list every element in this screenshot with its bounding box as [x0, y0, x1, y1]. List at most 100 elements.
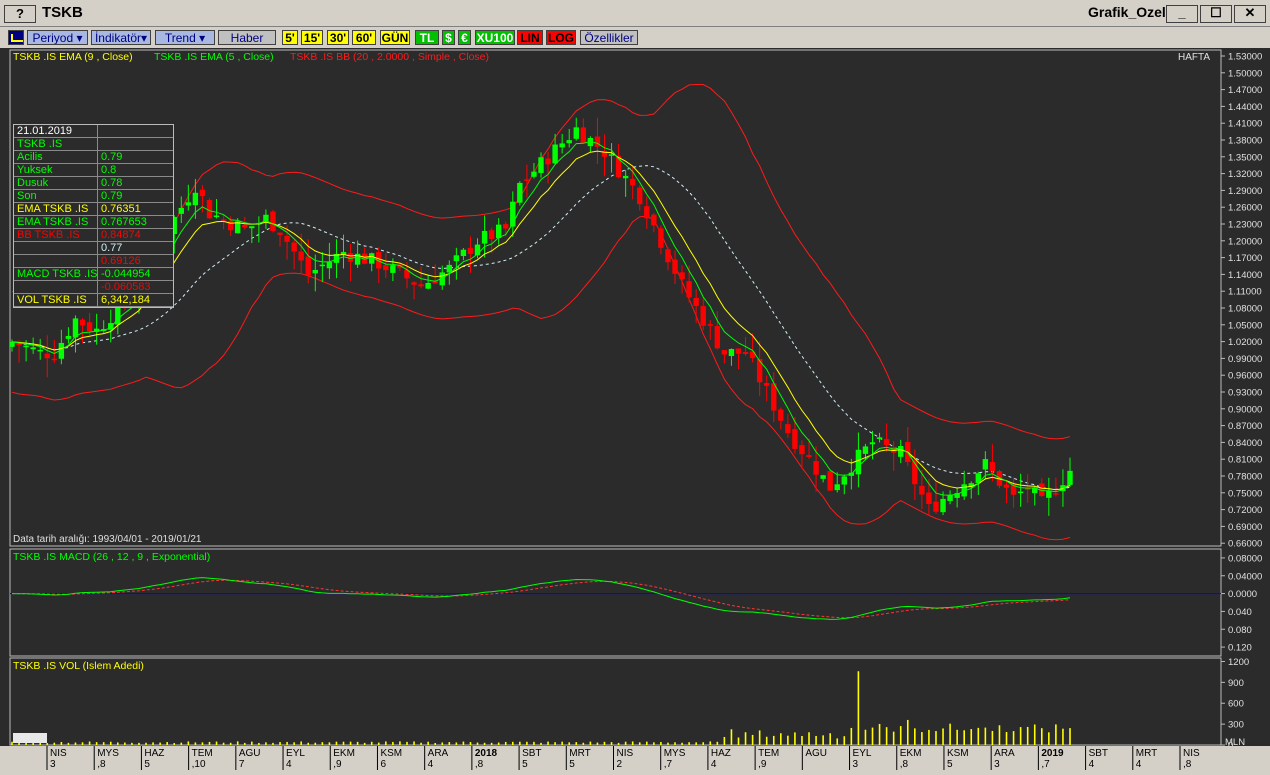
candle-body — [79, 319, 86, 326]
candle-body — [827, 471, 833, 491]
candle-body — [658, 228, 664, 248]
candle-body — [580, 127, 587, 143]
volume-bar — [751, 734, 754, 745]
candle-body — [270, 211, 276, 232]
minimize-button[interactable]: _ — [1166, 5, 1198, 23]
candle-body — [869, 442, 876, 445]
candle-body — [629, 178, 636, 186]
toolbar-button-12[interactable]: XU100 — [475, 30, 515, 45]
toolbar-button-2[interactable]: Trend ▾ — [155, 30, 215, 45]
info-label: Son — [14, 190, 98, 202]
candle-body — [524, 179, 530, 181]
toolbar-button-10[interactable]: $ — [442, 30, 455, 45]
toolbar-button-6[interactable]: 30' — [327, 30, 349, 45]
volume-bar — [81, 742, 84, 745]
chart-icon[interactable] — [8, 30, 24, 45]
info-box: 21.01.2019 TSKB .IS Acilis 0.79 Yuksek 0.8 … — [13, 124, 174, 308]
macd-tick-label: 0.04000 — [1228, 571, 1262, 582]
candle-body — [792, 429, 798, 449]
candle-body — [312, 269, 318, 274]
volume-bar — [448, 742, 451, 745]
info-label: BB TSKB .IS — [14, 229, 98, 241]
volume-bar — [1055, 724, 1057, 745]
candle-body — [566, 140, 572, 144]
macd-tick-label: 0.080 — [1228, 625, 1252, 636]
maximize-button[interactable]: ☐ — [1200, 5, 1232, 23]
x-axis-sublabel: 5 — [947, 759, 953, 770]
info-value: 6,342,184 — [101, 294, 150, 306]
volume-bar — [300, 741, 302, 745]
candle-body — [305, 256, 311, 276]
x-axis-label: AGU — [239, 748, 261, 759]
candle-body — [531, 171, 537, 177]
toolbar-button-11[interactable]: € — [458, 30, 471, 45]
candle-body — [213, 215, 220, 218]
toolbar-button-13[interactable]: LIN — [517, 30, 543, 45]
candle-body — [72, 318, 79, 338]
close-button[interactable]: ✕ — [1234, 5, 1266, 23]
candle-body — [453, 255, 460, 262]
toolbar-button-8[interactable]: GÜN — [380, 30, 410, 45]
candle-body — [326, 261, 333, 269]
volume-bar — [166, 742, 168, 745]
candle-body — [411, 282, 417, 285]
chart-area[interactable]: 1.53000 1.50000 1.47000 1.44000 1.41000 1.380… — [0, 48, 1270, 770]
volume-bar — [674, 742, 676, 745]
volume-bar — [124, 742, 126, 745]
info-label: Acilis — [14, 151, 98, 163]
volume-bar — [1005, 732, 1008, 745]
volume-bar — [194, 742, 197, 745]
price-tick-label: 1.08000 — [1228, 304, 1262, 315]
x-axis-sublabel: 3 — [994, 759, 1000, 770]
volume-bar — [808, 732, 810, 745]
candle-body — [834, 484, 840, 491]
volume-bar — [780, 733, 782, 745]
volume-bar — [187, 741, 190, 745]
toolbar-button-0[interactable]: Periyod ▾ — [27, 30, 88, 45]
volume-bar — [272, 742, 274, 745]
info-value: 0.79 — [101, 190, 123, 202]
volume-bar — [1026, 726, 1029, 745]
volume-bar — [949, 723, 951, 745]
candle-body — [446, 264, 453, 273]
volume-bar — [490, 742, 493, 745]
price-tick-label: 1.32000 — [1228, 169, 1262, 180]
info-row: 0.69126 — [14, 255, 173, 268]
candle-body — [982, 459, 989, 470]
toolbar-button-14[interactable]: LOG — [546, 30, 576, 45]
help-button[interactable]: ? — [4, 5, 36, 23]
x-axis-label: ARA — [428, 748, 449, 759]
chart-svg[interactable]: 1.53000 1.50000 1.47000 1.44000 1.41000 1.380… — [0, 48, 1270, 770]
volume-bar — [589, 741, 592, 745]
volume-bar — [504, 741, 507, 745]
price-tick-label: 1.29000 — [1228, 186, 1262, 197]
price-tick-label: 1.14000 — [1228, 270, 1262, 281]
volume-bar — [1062, 728, 1064, 745]
candle-body — [1053, 493, 1059, 495]
toolbar-button-5[interactable]: 15' — [301, 30, 323, 45]
volume-bar — [871, 727, 874, 745]
toolbar-button-15[interactable]: Özellikler — [580, 30, 638, 45]
candle-body — [559, 143, 565, 148]
candle-body — [23, 345, 29, 348]
info-row: 0.77 — [14, 242, 173, 255]
toolbar-button-7[interactable]: 60' — [352, 30, 376, 45]
candle-body — [933, 501, 939, 512]
volume-bar — [173, 743, 176, 745]
x-axis-sublabel: ,8 — [475, 759, 484, 770]
volume-bar — [582, 742, 585, 745]
volume-bar — [25, 742, 27, 745]
volume-bar — [399, 741, 401, 745]
volume-bar — [413, 741, 415, 745]
price-tick-label: 1.05000 — [1228, 320, 1262, 331]
volume-bar — [695, 742, 697, 745]
toolbar-button-4[interactable]: 5' — [282, 30, 298, 45]
toolbar-button-9[interactable]: TL — [415, 30, 439, 45]
price-tick-label: 1.11000 — [1228, 287, 1262, 298]
toolbar-button-3[interactable]: Haber — [218, 30, 276, 45]
info-row: BB TSKB .IS 0.84874 — [14, 229, 173, 242]
x-axis-label: NIS — [617, 748, 634, 759]
toolbar-button-1[interactable]: İndikatör▾ — [91, 30, 151, 45]
candle-body — [594, 136, 601, 147]
x-axis-sublabel: ,8 — [97, 759, 106, 770]
